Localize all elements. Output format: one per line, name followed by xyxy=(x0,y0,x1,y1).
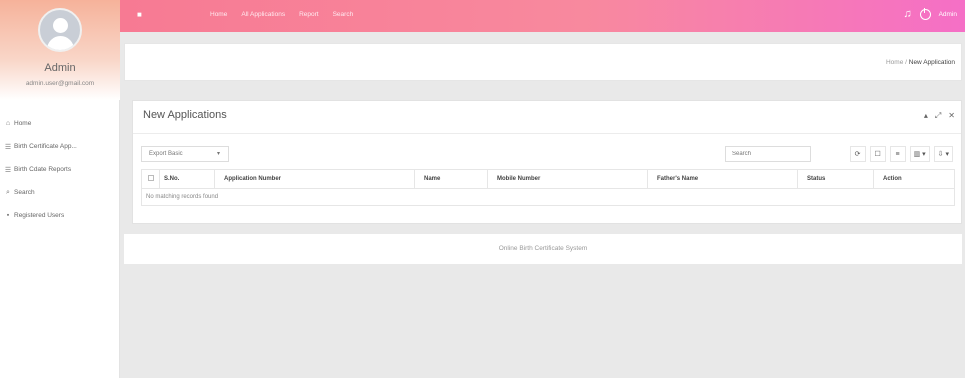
column-header[interactable]: Application Number xyxy=(214,169,415,189)
chevron-down-icon: ▾ xyxy=(216,151,220,157)
top-right-actions: ♫ Admin xyxy=(903,7,957,20)
columns-icon: ▥ ▾ xyxy=(913,151,926,158)
top-menu-home[interactable]: Home xyxy=(210,11,227,18)
refresh-button[interactable]: ⟳ xyxy=(849,146,866,162)
breadcrumb-home[interactable]: Home xyxy=(886,59,903,66)
collapse-icon[interactable]: ▴ xyxy=(924,111,928,121)
bell-icon[interactable]: ♫ xyxy=(903,8,911,20)
footer: Online Birth Certificate System xyxy=(124,234,962,264)
applications-table: S.No. Application Number Name Mobile Num… xyxy=(141,169,955,206)
breadcrumb-current: New Application xyxy=(908,59,955,66)
close-icon[interactable]: ✕ xyxy=(948,111,955,121)
table-header-row: S.No. Application Number Name Mobile Num… xyxy=(141,169,955,189)
sidebar-item-birth-certificate-applications[interactable]: ☰ Birth Certificate App... xyxy=(0,135,120,158)
sidebar-item-label: Birth Cdate Reports xyxy=(14,166,72,173)
profile-header: Admin admin.user@gmail.com xyxy=(0,0,120,100)
table-row: No matching records found xyxy=(141,188,955,206)
top-menu-report[interactable]: Report xyxy=(299,11,319,18)
avatar-body xyxy=(47,36,74,50)
toggle-view-button[interactable]: ☐ xyxy=(869,146,886,162)
breadcrumb: Home / New Application xyxy=(886,59,955,66)
top-admin-link[interactable]: Admin xyxy=(939,11,957,18)
power-icon[interactable] xyxy=(919,7,931,20)
footer-text: Online Birth Certificate System xyxy=(498,245,588,252)
sidebar-item-label: Registered Users xyxy=(14,212,65,219)
column-header[interactable]: Mobile Number xyxy=(487,169,648,189)
applications-panel: New Applications ▴ ⤢ ✕ Export Basic ▾ ⟳ … xyxy=(132,100,962,224)
top-menu-all-applications[interactable]: All Applications xyxy=(241,11,285,18)
export-button[interactable]: ⇩ ▾ xyxy=(933,146,953,162)
search-icon: ⌕ xyxy=(6,188,10,196)
export-select[interactable]: Export Basic ▾ xyxy=(141,146,229,162)
column-header[interactable]: S.No. xyxy=(159,169,215,189)
select-all-cell xyxy=(141,169,160,189)
sidebar-item-home[interactable]: ⌂ Home xyxy=(0,112,120,135)
select-all-checkbox[interactable] xyxy=(148,175,154,181)
expand-icon[interactable]: ⤢ xyxy=(935,111,941,121)
breadcrumb-bar: Home / New Application xyxy=(124,43,962,81)
column-header[interactable]: Status xyxy=(797,169,874,189)
avatar-head xyxy=(53,18,68,33)
birth-certificate-icon: ☰ xyxy=(4,143,12,151)
sidebar-item-search[interactable]: ⌕ Search xyxy=(0,181,120,204)
column-header[interactable]: Action xyxy=(873,169,955,189)
panel-title: New Applications xyxy=(143,109,227,121)
sidebar-item-reports[interactable]: ☰ Birth Cdate Reports xyxy=(0,158,120,181)
panel-tools: ▴ ⤢ ✕ xyxy=(924,111,955,121)
panel-divider xyxy=(133,133,961,134)
sidebar-item-registered-users[interactable]: ▪ Registered Users xyxy=(0,204,120,227)
sidebar-nav: ⌂ Home ☰ Birth Certificate App... ☰ Birt… xyxy=(0,112,120,227)
admin-email: admin.user@gmail.com xyxy=(25,80,95,87)
avatar xyxy=(38,8,82,52)
refresh-icon: ⟳ xyxy=(854,151,861,158)
column-header[interactable]: Name xyxy=(414,169,488,189)
empty-message: No matching records found xyxy=(141,188,955,206)
sidebar-item-label: Search xyxy=(14,189,35,196)
admin-name: Admin xyxy=(44,62,76,74)
reports-icon: ☰ xyxy=(4,166,12,174)
sidebar-item-label: Home xyxy=(14,120,32,127)
export-select-value: Export Basic xyxy=(149,151,183,157)
menu-toggle-icon[interactable]: ■ xyxy=(137,10,142,19)
top-navbar: ■ Home All Applications Report Search ♫ … xyxy=(120,0,965,32)
top-menu: Home All Applications Report Search xyxy=(210,11,353,18)
top-menu-search[interactable]: Search xyxy=(333,11,354,18)
toggle-icon: ☐ xyxy=(874,151,881,158)
column-header[interactable]: Father's Name xyxy=(647,169,798,189)
export-icon: ⇩ ▾ xyxy=(937,151,949,158)
columns-button[interactable]: ▥ ▾ xyxy=(909,146,930,162)
search-input[interactable] xyxy=(725,146,811,162)
table-toolbar: ⟳ ☐ ≡ ▥ ▾ ⇩ ▾ xyxy=(849,146,953,162)
sidebar: Admin admin.user@gmail.com ⌂ Home ☰ Birt… xyxy=(0,0,120,378)
breadcrumb-separator: / xyxy=(905,59,907,66)
users-icon: ▪ xyxy=(6,212,10,219)
list-view-button[interactable]: ≡ xyxy=(889,146,906,162)
sidebar-item-label: Birth Certificate App... xyxy=(14,143,77,150)
home-icon: ⌂ xyxy=(5,120,11,127)
list-icon: ≡ xyxy=(895,150,900,158)
